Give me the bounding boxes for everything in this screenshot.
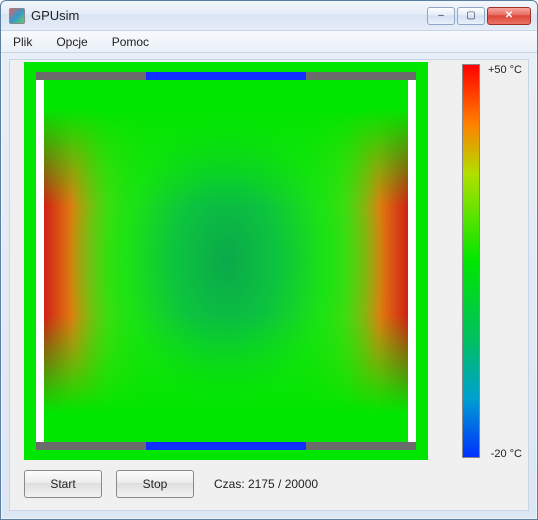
stop-button[interactable]: Stop	[116, 470, 194, 498]
maximize-button[interactable]: ▢	[457, 7, 485, 25]
sim-border	[36, 72, 416, 450]
simulation-canvas	[24, 62, 428, 460]
minimize-button[interactable]: –	[427, 7, 455, 25]
client-area: +50 °C -20 °C Start Stop Czas: 2175 / 20…	[9, 59, 529, 511]
color-legend	[462, 64, 480, 458]
menu-file[interactable]: Plik	[9, 33, 36, 51]
boundary-right	[408, 80, 416, 442]
boundary-left	[36, 80, 44, 442]
boundary-top	[146, 72, 306, 80]
window-buttons: – ▢ ✕	[427, 7, 531, 25]
start-button[interactable]: Start	[24, 470, 102, 498]
legend-min-label: -20 °C	[491, 448, 522, 460]
menu-options[interactable]: Opcje	[52, 33, 91, 51]
app-window: GPUsim – ▢ ✕ Plik Opcje Pomoc +50 °C -20…	[0, 0, 538, 520]
app-icon	[9, 8, 25, 24]
window-title: GPUsim	[31, 8, 427, 23]
menubar: Plik Opcje Pomoc	[1, 31, 537, 53]
legend-max-label: +50 °C	[488, 64, 522, 76]
controls-row: Start Stop Czas: 2175 / 20000	[24, 470, 318, 498]
time-status: Czas: 2175 / 20000	[214, 477, 318, 491]
close-button[interactable]: ✕	[487, 7, 531, 25]
titlebar[interactable]: GPUsim – ▢ ✕	[1, 1, 537, 31]
boundary-bottom	[146, 442, 306, 450]
heatmap	[44, 80, 408, 442]
menu-help[interactable]: Pomoc	[108, 33, 153, 51]
